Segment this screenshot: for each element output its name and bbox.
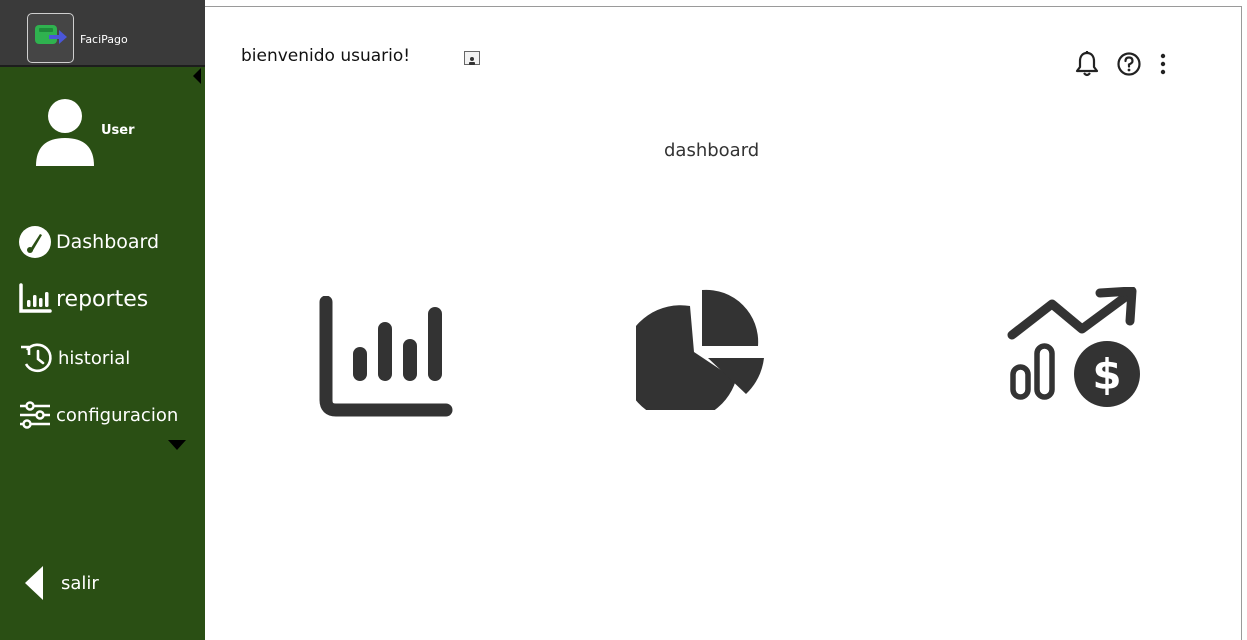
wallet-icon xyxy=(35,25,67,44)
sliders-icon xyxy=(20,401,50,429)
contact-card-icon[interactable] xyxy=(464,51,480,65)
bar-chart-icon xyxy=(19,283,52,313)
history-icon xyxy=(21,343,52,373)
sidebar-item-label: historial xyxy=(58,347,131,369)
caret-left-icon xyxy=(25,566,43,600)
reports-card[interactable] xyxy=(318,295,458,422)
brand-bar: FaciPago xyxy=(0,0,205,67)
sidebar-item-label: reportes xyxy=(56,286,149,312)
sidebar-item-historial[interactable]: historial xyxy=(18,341,130,375)
revenue-card[interactable]: $ xyxy=(1004,286,1146,415)
sidebar-item-configuracion[interactable]: configuracion xyxy=(18,399,178,431)
svg-text:$: $ xyxy=(1092,350,1121,399)
logout-button[interactable]: salir xyxy=(25,566,99,600)
bar-chart-icon xyxy=(319,295,453,417)
brand-logo[interactable] xyxy=(27,13,74,63)
welcome-message: bienvenido usuario! xyxy=(241,46,411,66)
sidebar-item-label: configuracion xyxy=(56,404,179,426)
header-actions xyxy=(1074,50,1168,78)
collapse-sidebar-icon[interactable] xyxy=(192,68,202,84)
pie-chart-icon xyxy=(622,289,764,422)
sidebar-item-dashboard[interactable]: Dashboard xyxy=(18,225,159,259)
sidebar-item-reportes[interactable]: reportes xyxy=(18,283,148,315)
frame-border-right xyxy=(1241,6,1242,640)
sidebar: FaciPago User Dashboard reportes histori… xyxy=(0,0,205,640)
app-window: FaciPago User Dashboard reportes histori… xyxy=(0,0,1247,640)
page-title: dashboard xyxy=(664,140,760,161)
help-icon[interactable] xyxy=(1116,50,1142,78)
user-avatar[interactable] xyxy=(34,98,96,166)
frame-border-top xyxy=(205,6,1242,7)
sidebar-item-label: Dashboard xyxy=(56,231,160,253)
logout-label: salir xyxy=(61,572,99,594)
user-name: User xyxy=(101,123,135,138)
speedometer-icon xyxy=(19,226,51,258)
statistics-card[interactable] xyxy=(622,288,768,422)
brand-name: FaciPago xyxy=(80,33,128,46)
more-vertical-icon[interactable] xyxy=(1158,50,1168,78)
chevron-down-icon[interactable] xyxy=(168,440,186,450)
bell-icon[interactable] xyxy=(1074,50,1100,78)
revenue-growth-icon: $ xyxy=(1007,286,1140,407)
